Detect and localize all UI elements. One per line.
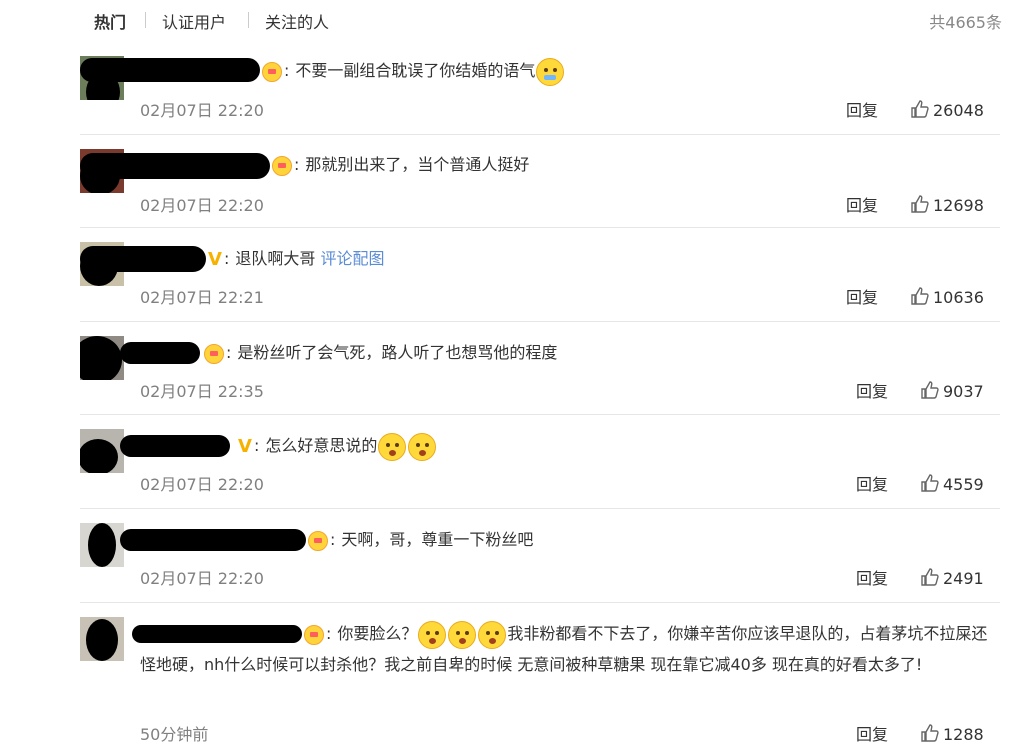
member-crown-icon [204,343,224,364]
like-button[interactable]: 26048 [910,99,984,120]
comment-text: 不要一副组合耽误了你结婚的语气 [295,61,536,80]
thumbs-up-icon [921,724,939,742]
verified-v-icon: V [208,248,222,270]
thumbs-up-icon [911,100,929,118]
comment-time: 02月07日 22:21 [140,288,264,307]
comment-time: 50分钟前 [140,725,209,744]
comment-time: 02月07日 22:20 [140,569,264,588]
redaction-mark [88,523,116,567]
reply-button[interactable]: 回复 [856,565,888,589]
member-crown-icon [304,624,324,645]
tab-divider [145,12,146,28]
comment-item: V: 怎么好意思说的 02月07日 22:20 回复 4559 [80,415,1000,509]
puzzled-emoji-icon [408,432,437,461]
like-count: 10636 [933,288,984,307]
like-count: 9037 [943,382,984,401]
redaction-mark [80,336,122,380]
comment-item: : 是粉丝听了会气死，路人听了也想骂他的程度 02月07日 22:35 回复 90… [80,322,1000,415]
tab-following[interactable]: 关注的人 [265,9,329,33]
tab-verified-users[interactable]: 认证用户 [162,9,226,33]
avatar[interactable] [80,523,124,567]
like-count: 4559 [943,475,984,494]
thumbs-up-icon [921,568,939,586]
comment-item: : 那就别出来了，当个普通人挺好 02月07日 22:20 回复 12698 [80,135,1000,228]
avatar[interactable] [80,336,124,380]
reply-button[interactable]: 回复 [856,471,888,495]
redaction-mark [80,58,260,82]
comment-text: 那就别出来了，当个普通人挺好 [305,155,530,174]
tab-hot[interactable]: 热门 [94,9,126,33]
comment-total-count: 共4665条 [929,13,1002,32]
redaction-mark [86,619,118,661]
avatar[interactable] [80,429,124,473]
comment-text: 怎么好意思说的 [265,436,378,455]
thumbs-up-icon [921,381,939,399]
puzzled-emoji-icon [448,620,477,649]
verified-v-icon: V [238,435,252,457]
like-count: 1288 [943,725,984,744]
puzzled-emoji-icon [478,620,507,649]
thumbs-up-icon [911,287,929,305]
member-crown-icon [272,155,292,176]
member-crown-icon [262,61,282,82]
thumbs-up-icon [911,195,929,213]
redaction-mark [120,529,306,551]
comment-time: 02月07日 22:20 [140,196,264,215]
tab-divider [248,12,249,28]
reply-button[interactable]: 回复 [846,192,878,216]
like-button[interactable]: 2491 [920,567,984,588]
like-count: 26048 [933,101,984,120]
like-button[interactable]: 10636 [910,286,984,307]
member-crown-icon [308,530,328,551]
redaction-mark [120,435,230,457]
comment-time: 02月07日 22:20 [140,475,264,494]
reply-button[interactable]: 回复 [846,284,878,308]
comment-text-part2: 我非粉都看不下去了，你嫌辛苦你应该早退队的，占着茅坑不拉屎还怪地硬，nh什么时候… [140,624,988,674]
reply-button[interactable]: 回复 [856,378,888,402]
redaction-mark [80,246,206,272]
puzzled-emoji-icon [378,432,407,461]
like-count: 2491 [943,569,984,588]
comment-item: V: 退队啊大哥 评论配图 02月07日 22:21 回复 10636 [80,228,1000,322]
comment-time: 02月07日 22:20 [140,101,264,120]
tears-emoji-icon [536,57,565,86]
thumbs-up-icon [921,474,939,492]
like-button[interactable]: 9037 [920,380,984,401]
comment-image-link[interactable]: 评论配图 [320,249,384,268]
comment-item: : 你要脸么？ 我非粉都看不下去了，你嫌辛苦你应该早退队的，占着茅坑不拉屎还怪地硬，… [80,603,1000,746]
redaction-mark [120,342,200,364]
reply-button[interactable]: 回复 [846,97,878,121]
like-button[interactable]: 4559 [920,473,984,494]
reply-button[interactable]: 回复 [856,721,888,745]
redaction-mark [80,153,270,179]
comment-tabs: 热门 认证用户 关注的人 共4665条 [0,0,1012,40]
comment-text: 天啊，哥，尊重一下粉丝吧 [341,530,534,549]
puzzled-emoji-icon [418,620,447,649]
comment-item: : 天啊，哥，尊重一下粉丝吧 02月07日 22:20 回复 2491 [80,509,1000,603]
comment-text-part1: 你要脸么？ [337,624,418,643]
comment-text: 退队啊大哥 [235,249,316,268]
comment-item: : 不要一副组合耽误了你结婚的语气 02月07日 22:20 回复 26048 [80,48,1000,135]
redaction-mark [80,439,118,473]
avatar[interactable] [80,617,124,661]
like-button[interactable]: 12698 [910,194,984,215]
like-button[interactable]: 1288 [920,723,984,744]
comment-time: 02月07日 22:35 [140,382,264,401]
comment-text: 是粉丝听了会气死，路人听了也想骂他的程度 [237,343,558,362]
like-count: 12698 [933,196,984,215]
